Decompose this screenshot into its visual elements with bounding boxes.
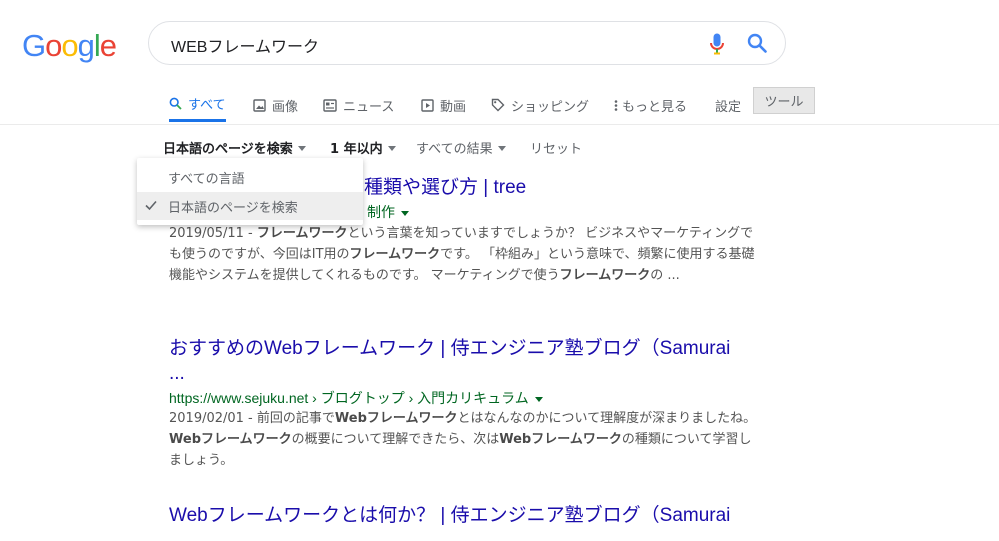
result-url-text: https://www.sejuku.net › ブログトップ › 入門カリキュ… <box>169 390 529 406</box>
tab-label: 動画 <box>440 99 467 115</box>
snippet-text: の概要について理解できたら、次は <box>291 432 500 447</box>
dropdown-item-label: すべての言語 <box>168 171 245 187</box>
language-dropdown-menu: すべての言語 日本語のページを検索 <box>137 158 363 225</box>
tab-label: 設定 <box>715 99 742 115</box>
checkmark-icon <box>144 198 158 216</box>
search-box[interactable]: WEBフレームワーク <box>148 21 786 65</box>
results-filter[interactable]: すべての結果 <box>416 138 506 157</box>
time-filter[interactable]: 1 年以内 <box>330 138 396 157</box>
snippet-text: 前回の記事で <box>256 411 335 426</box>
logo-letter: G <box>22 28 46 63</box>
reset-link[interactable]: リセット <box>530 138 582 157</box>
tag-icon <box>491 98 505 112</box>
search-result: おすすめのWebフレームワーク | 侍エンジニア塾ブログ（Samurai ...… <box>169 336 764 471</box>
language-filter[interactable]: 日本語のページを検索 <box>163 138 306 157</box>
snippet-highlight: フレームワーク <box>349 247 441 262</box>
result-title-line: ... <box>169 363 185 384</box>
tab-videos[interactable]: 動画 <box>421 88 466 122</box>
result-snippet: 2019/05/11 - フレームワークという言葉を知っていますでしょうか？ ビ… <box>169 223 764 286</box>
language-filter-label: 日本語のページを検索 <box>163 142 293 157</box>
tab-label: もっと見る <box>622 99 688 115</box>
logo-letter: e <box>99 28 117 63</box>
snippet-highlight: フレームワーク <box>256 226 348 241</box>
dropdown-item-label: 日本語のページを検索 <box>168 200 298 216</box>
news-icon <box>323 98 337 112</box>
tools-label: ツール <box>764 95 804 110</box>
tab-label: 画像 <box>272 99 299 115</box>
chevron-down-icon <box>297 146 306 151</box>
result-url-text: 制作 <box>367 204 395 220</box>
logo-letter: o <box>45 28 62 63</box>
search-icon <box>169 97 182 110</box>
snippet-text: の ... <box>650 268 680 283</box>
tab-label: すべて <box>188 98 226 113</box>
result-title[interactable]: おすすめのWebフレームワーク | 侍エンジニア塾ブログ（Samurai ... <box>169 336 764 386</box>
microphone-icon[interactable] <box>710 33 724 59</box>
search-icon[interactable] <box>747 33 767 57</box>
tab-label: ニュース <box>343 99 395 115</box>
google-logo[interactable]: Google <box>22 28 117 64</box>
search-result: Webフレームワークとは何か？ | 侍エンジニア塾ブログ（Samurai <box>169 503 764 528</box>
snippet-highlight: フレームワーク <box>559 268 651 283</box>
tab-shopping[interactable]: ショッピング <box>491 88 589 122</box>
result-title-line: おすすめのWebフレームワーク | 侍エンジニア塾ブログ（Samurai <box>169 338 731 359</box>
video-icon <box>421 98 434 112</box>
search-tabs: すべて 画像 ニュース 動画 ショッピング もっと見る 設定 <box>0 88 999 125</box>
result-date: 2019/05/11 - <box>169 226 257 241</box>
chevron-down-icon[interactable] <box>401 210 409 216</box>
logo-letter: o <box>61 28 78 63</box>
tab-settings[interactable]: 設定 <box>715 88 741 122</box>
tab-more[interactable]: もっと見る <box>614 88 687 122</box>
result-date: 2019/02/01 - <box>169 411 257 426</box>
time-filter-label: 1 年以内 <box>330 142 383 157</box>
snippet-highlight: Webフレームワーク <box>499 432 622 447</box>
tools-button[interactable]: ツール <box>753 87 815 114</box>
more-vert-icon <box>614 99 618 112</box>
dropdown-item-japanese[interactable]: 日本語のページを検索 <box>137 192 363 220</box>
image-icon <box>253 98 266 112</box>
result-url[interactable]: https://www.sejuku.net › ブログトップ › 入門カリキュ… <box>169 388 764 408</box>
chevron-down-icon <box>497 146 506 151</box>
chevron-down-icon[interactable] <box>534 396 543 402</box>
tab-images[interactable]: 画像 <box>253 88 298 122</box>
logo-letter: g <box>77 28 95 63</box>
snippet-text: とはなんなのかについて理解度が深まりましたね。 <box>457 411 757 426</box>
dropdown-item-all-languages[interactable]: すべての言語 <box>137 163 363 191</box>
search-input[interactable]: WEBフレームワーク <box>171 33 319 57</box>
chevron-down-icon <box>387 146 396 151</box>
tab-label: ショッピング <box>511 99 590 115</box>
result-snippet: 2019/02/01 - 前回の記事でWebフレームワークとはなんなのかについて… <box>169 408 764 471</box>
reset-label: リセット <box>530 142 583 157</box>
snippet-highlight: Webフレームワーク <box>169 432 292 447</box>
result-title[interactable]: Webフレームワークとは何か？ | 侍エンジニア塾ブログ（Samurai <box>169 503 764 528</box>
snippet-highlight: Webフレームワーク <box>334 411 458 426</box>
tab-all[interactable]: すべて <box>169 88 226 122</box>
tab-news[interactable]: ニュース <box>323 88 394 122</box>
results-filter-label: すべての結果 <box>416 142 493 157</box>
